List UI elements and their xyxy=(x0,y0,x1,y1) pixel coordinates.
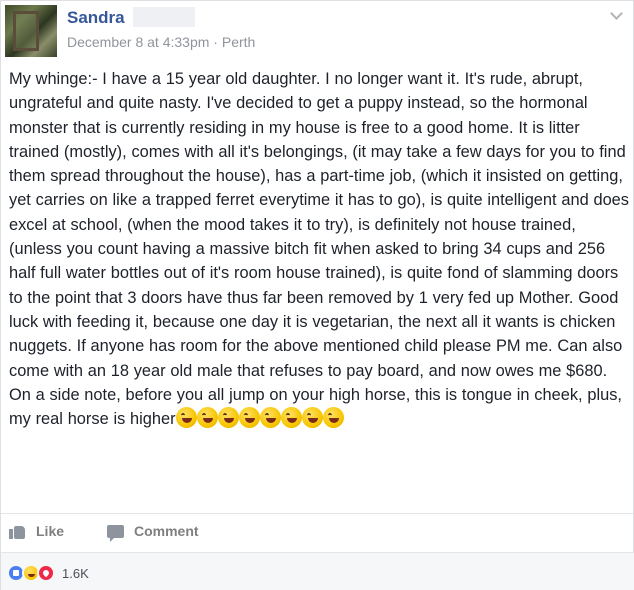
laughing-tongue-emoji xyxy=(196,407,218,429)
comment-bubble-icon xyxy=(107,524,124,542)
laughing-tongue-emoji xyxy=(280,407,302,429)
laughing-tongue-emoji xyxy=(301,407,323,429)
post-header: Sandra December 8 at 4:33pm · Perth xyxy=(1,1,634,61)
reactions-summary[interactable]: 1.6K xyxy=(7,564,89,582)
post-meta: December 8 at 4:33pm · Perth xyxy=(67,34,255,50)
comment-button[interactable]: Comment xyxy=(107,523,199,542)
post-date[interactable]: December 8 at 4:33pm xyxy=(67,34,209,50)
facebook-post: Sandra December 8 at 4:33pm · Perth My w… xyxy=(0,0,634,590)
love-reaction-icon xyxy=(37,564,55,582)
comment-label: Comment xyxy=(134,523,199,539)
laughing-tongue-emoji xyxy=(175,407,197,429)
author-avatar[interactable] xyxy=(5,5,57,57)
chevron-down-icon[interactable] xyxy=(610,7,623,20)
post-location[interactable]: Perth xyxy=(222,34,255,50)
thumbs-up-icon xyxy=(9,524,26,539)
like-button[interactable]: Like xyxy=(9,523,64,539)
author-name[interactable]: Sandra xyxy=(67,8,125,28)
actions-bar: Like Comment xyxy=(1,513,634,551)
post-text: My whinge:- I have a 15 year old daughte… xyxy=(9,70,629,429)
post-text-container: My whinge:- I have a 15 year old daughte… xyxy=(9,67,629,431)
like-label: Like xyxy=(36,523,65,539)
meta-separator: · xyxy=(213,34,218,50)
reactions-bar: 1.6K xyxy=(1,552,634,590)
emoji-row xyxy=(175,407,344,429)
redacted-surname xyxy=(133,7,195,27)
laughing-tongue-emoji xyxy=(238,407,260,429)
reaction-count: 1.6K xyxy=(62,565,89,581)
laughing-tongue-emoji xyxy=(322,407,344,429)
laughing-tongue-emoji xyxy=(217,407,239,429)
laughing-tongue-emoji xyxy=(259,407,281,429)
